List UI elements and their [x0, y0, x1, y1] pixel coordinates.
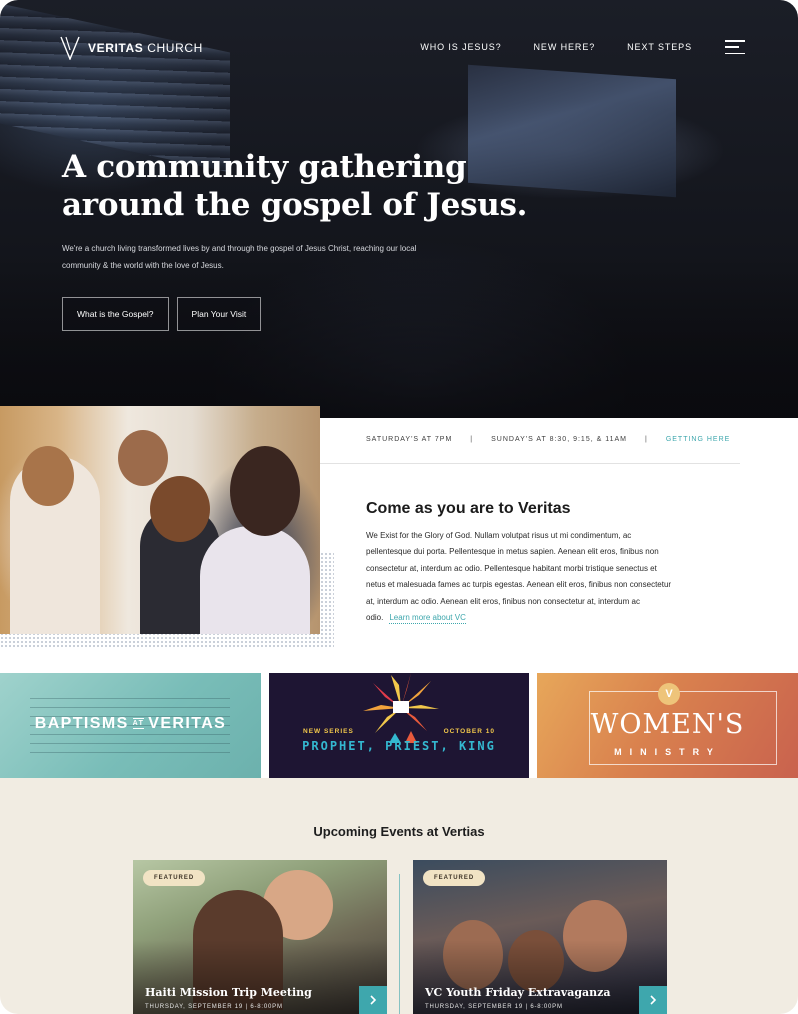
getting-here-link[interactable]: GETTING HERE	[666, 436, 731, 443]
timeline-line	[399, 874, 400, 1014]
featured-badge: FEATURED	[143, 870, 206, 886]
time-separator: |	[644, 436, 648, 443]
site-logo[interactable]: VERITAS CHURCH	[60, 36, 203, 60]
event-card[interactable]: FEATURED Haiti Mission Trip Meeting THUR…	[133, 860, 387, 1014]
event-date: THURSDAY, SEPTEMBER 19 | 6-8:00PM	[425, 1004, 563, 1010]
hero-title: A community gathering around the gospel …	[62, 149, 528, 223]
featured-badge: FEATURED	[423, 870, 486, 886]
series-meta: NEW SERIES OCTOBER 10	[303, 728, 495, 735]
womens-title: WOMEN'S	[590, 709, 745, 740]
events-section: Upcoming Events at Vertias FEATURED Hait…	[0, 778, 798, 1014]
series-title: PROPHET, PRIEST, KING	[302, 739, 496, 753]
learn-more-link[interactable]: Learn more about VC	[389, 613, 466, 625]
service-times: SATURDAY'S AT 7PM | SUNDAY'S AT 8:30, 9:…	[366, 436, 730, 443]
hamburger-menu-icon[interactable]	[725, 40, 745, 54]
hero-section: VERITAS CHURCH WHO IS JESUS? NEW HERE? N…	[0, 0, 798, 418]
welcome-title: Come as you are to Veritas	[366, 500, 571, 517]
nav-who-is-jesus[interactable]: WHO IS JESUS?	[420, 42, 501, 52]
chevron-right-icon[interactable]	[639, 986, 667, 1014]
womens-ministry-banner[interactable]: V WOMEN'S MINISTRY	[537, 673, 798, 778]
chevron-right-icon[interactable]	[359, 986, 387, 1014]
welcome-body: We Exist for the Glory of God. Nullam vo…	[366, 531, 672, 625]
plan-visit-button[interactable]: Plan Your Visit	[176, 297, 262, 331]
event-title: VC Youth Friday Extravaganza	[425, 986, 611, 999]
time-separator: |	[470, 436, 474, 443]
event-date: THURSDAY, SEPTEMBER 19 | 6-8:00PM	[145, 1004, 283, 1010]
nav-next-steps[interactable]: NEXT STEPS	[627, 42, 692, 52]
main-nav: WHO IS JESUS? NEW HERE? NEXT STEPS	[420, 42, 692, 52]
logo-text: VERITAS CHURCH	[88, 41, 203, 55]
events-title: Upcoming Events at Vertias	[313, 824, 485, 839]
hero-buttons: What is the Gospel? Plan Your Visit	[62, 297, 262, 331]
baptisms-banner-title: BAPTISMS AT VERITAS	[34, 715, 227, 732]
event-card[interactable]: FEATURED VC Youth Friday Extravaganza TH…	[413, 860, 667, 1014]
nav-new-here[interactable]: NEW HERE?	[534, 42, 596, 52]
v-badge-icon: V	[658, 683, 680, 705]
prophet-priest-king-banner[interactable]: NEW SERIES OCTOBER 10 PROPHET, PRIEST, K…	[269, 673, 529, 778]
baptisms-banner[interactable]: BAPTISMS AT VERITAS	[0, 673, 261, 778]
event-title: Haiti Mission Trip Meeting	[145, 986, 312, 999]
ministry-subtitle: MINISTRY	[614, 747, 721, 757]
welcome-photo	[0, 406, 320, 634]
sunday-time: SUNDAY'S AT 8:30, 9:15, & 11AM	[491, 436, 627, 443]
hero-subtitle: We're a church living transformed lives …	[62, 244, 417, 270]
hero-crowd-overlay	[0, 258, 798, 418]
saturday-time: SATURDAY'S AT 7PM	[366, 436, 453, 443]
v-logo-icon	[60, 36, 80, 60]
what-is-gospel-button[interactable]: What is the Gospel?	[62, 297, 169, 331]
divider	[320, 463, 740, 464]
